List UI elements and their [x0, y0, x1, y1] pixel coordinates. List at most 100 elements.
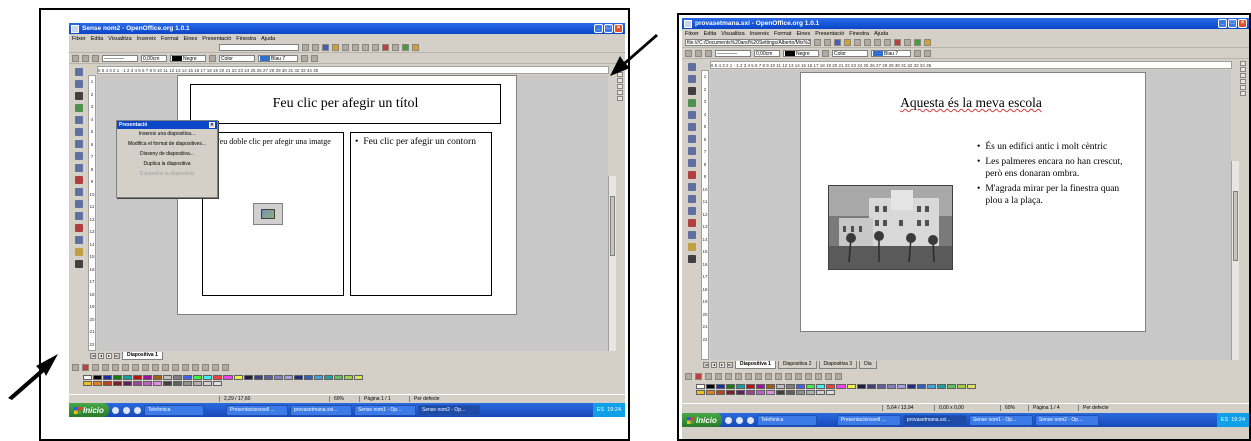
color-swatch[interactable] — [796, 384, 806, 389]
interaction-icon[interactable] — [75, 236, 83, 244]
menu-insereix[interactable]: Insereix — [750, 31, 769, 37]
color-swatch[interactable] — [736, 390, 746, 395]
curve-tool-icon[interactable] — [688, 135, 696, 143]
paste-icon[interactable] — [372, 44, 379, 51]
area-icon[interactable] — [822, 50, 829, 57]
color-swatch[interactable] — [183, 381, 193, 386]
view-drawing-icon[interactable] — [1240, 61, 1246, 66]
rectangle-tool-icon[interactable] — [688, 99, 696, 107]
quick-launch-icon[interactable] — [111, 406, 119, 414]
task-sense-nom2[interactable]: Sense nom2 - Op... — [1034, 414, 1099, 426]
slide-show-icon[interactable] — [75, 260, 83, 268]
zoom-tool-icon[interactable] — [75, 80, 83, 88]
select-icon[interactable] — [688, 63, 696, 71]
menu-finestra[interactable]: Finestra — [849, 31, 869, 37]
bullet-list[interactable]: • És un edifici antic i molt cèntric • Les… — [977, 141, 1132, 207]
navigator-icon[interactable] — [914, 39, 921, 46]
color-swatch[interactable] — [906, 384, 916, 389]
text-tool-icon[interactable] — [688, 87, 696, 95]
fill-color-select[interactable]: Blau 7 — [258, 55, 298, 62]
draw-tool-9[interactable] — [152, 363, 159, 371]
redo-icon[interactable] — [392, 44, 399, 51]
line-icon[interactable] — [82, 55, 89, 62]
color-swatch[interactable] — [173, 375, 183, 380]
menu-eines[interactable]: Eines — [183, 36, 197, 42]
menu-fitxer[interactable]: Fitxer — [685, 31, 699, 37]
modify-layout-item[interactable]: Modifica el format de diapositives... — [117, 139, 217, 149]
color-swatch[interactable] — [806, 384, 816, 389]
title-placeholder[interactable]: Feu clic per afegir un títol — [190, 84, 501, 124]
close-button[interactable]: × — [1238, 19, 1247, 28]
color-swatch[interactable] — [956, 384, 966, 389]
color-swatch[interactable] — [293, 375, 303, 380]
insert-slide-item[interactable]: Insereix una diapositiva... — [117, 129, 217, 139]
first-slide-button[interactable]: |◂ — [90, 352, 96, 359]
fill-color-select[interactable]: Blau 7 — [871, 50, 911, 57]
draw-tool-4[interactable] — [715, 372, 722, 380]
color-swatch[interactable] — [323, 375, 333, 380]
left-status-zoom[interactable]: 60% — [329, 396, 359, 402]
color-swatch[interactable] — [796, 390, 806, 395]
quick-launch-icon[interactable] — [746, 416, 754, 424]
next-slide-button[interactable]: ▸ — [106, 352, 112, 359]
left-slide[interactable]: Feu clic per afegir un títol Feu doble c… — [177, 75, 517, 315]
color-swatch[interactable] — [766, 390, 776, 395]
school-photo[interactable] — [828, 185, 953, 270]
menu-presentacio[interactable]: Presentació — [202, 36, 231, 42]
color-swatch[interactable] — [756, 390, 766, 395]
quick-launch-icon[interactable] — [122, 406, 130, 414]
view-notes-icon[interactable] — [617, 84, 623, 89]
insert-icon[interactable] — [688, 207, 696, 215]
color-swatch[interactable] — [183, 375, 193, 380]
quick-launch-icon[interactable] — [724, 416, 732, 424]
select-icon[interactable] — [75, 68, 83, 76]
color-swatch[interactable] — [143, 381, 153, 386]
color-swatch[interactable] — [966, 384, 976, 389]
color-swatch[interactable] — [826, 384, 836, 389]
next-slide-button[interactable]: ▸ — [719, 361, 725, 368]
save-icon[interactable] — [332, 44, 339, 51]
color-swatch[interactable] — [726, 390, 736, 395]
draw-tool-10[interactable] — [775, 372, 782, 380]
color-swatch[interactable] — [273, 375, 283, 380]
print-icon[interactable] — [854, 39, 861, 46]
task-provasetmana[interactable]: provasetmana.sxi... — [902, 414, 967, 426]
color-swatch[interactable] — [153, 381, 163, 386]
right-title-bar[interactable]: provasetmana.sxi - OpenOffice.org 1.0.1 … — [682, 18, 1249, 29]
shadow-icon[interactable] — [914, 50, 921, 57]
task-provasetmana[interactable]: provasetmana.sxi... — [289, 404, 352, 416]
effects-icon[interactable] — [688, 219, 696, 227]
menu-presentacio[interactable]: Presentació — [815, 31, 844, 37]
rotate-icon[interactable] — [75, 176, 83, 184]
draw-tool-3[interactable] — [705, 372, 712, 380]
color-swatch[interactable] — [223, 375, 233, 380]
color-swatch[interactable] — [706, 384, 716, 389]
draw-tool-1[interactable] — [685, 372, 692, 380]
3d-objects-icon[interactable] — [75, 128, 83, 136]
draw-tool-13[interactable] — [805, 372, 812, 380]
color-swatch[interactable] — [916, 384, 926, 389]
view-notes-icon[interactable] — [1240, 79, 1246, 84]
slide-show-icon[interactable] — [688, 255, 696, 263]
color-swatch[interactable] — [746, 390, 756, 395]
left-scroll-thumb[interactable] — [610, 196, 615, 256]
zoom-tool-icon[interactable] — [688, 75, 696, 83]
save-icon[interactable] — [844, 39, 851, 46]
draw-tool-9[interactable] — [765, 372, 772, 380]
menu-edita[interactable]: Edita — [91, 36, 104, 42]
color-swatch[interactable] — [283, 375, 293, 380]
tab-slide-2[interactable]: Diapositiva 2 — [777, 360, 817, 369]
draw-tool-14[interactable] — [815, 372, 822, 380]
color-swatch[interactable] — [123, 381, 133, 386]
color-swatch[interactable] — [123, 375, 133, 380]
menu-ajuda[interactable]: Ajuda — [261, 36, 275, 42]
menu-visualitza[interactable]: Visualitza — [721, 31, 744, 37]
fill-type-select[interactable]: Color — [219, 55, 255, 62]
3d-controller-icon[interactable] — [688, 243, 696, 251]
color-swatch[interactable] — [243, 375, 253, 380]
color-swatch[interactable] — [806, 390, 816, 395]
load-url-icon[interactable] — [814, 39, 821, 46]
draw-tool-14[interactable] — [202, 363, 209, 371]
color-swatch[interactable] — [103, 381, 113, 386]
draw-tool-7[interactable] — [745, 372, 752, 380]
